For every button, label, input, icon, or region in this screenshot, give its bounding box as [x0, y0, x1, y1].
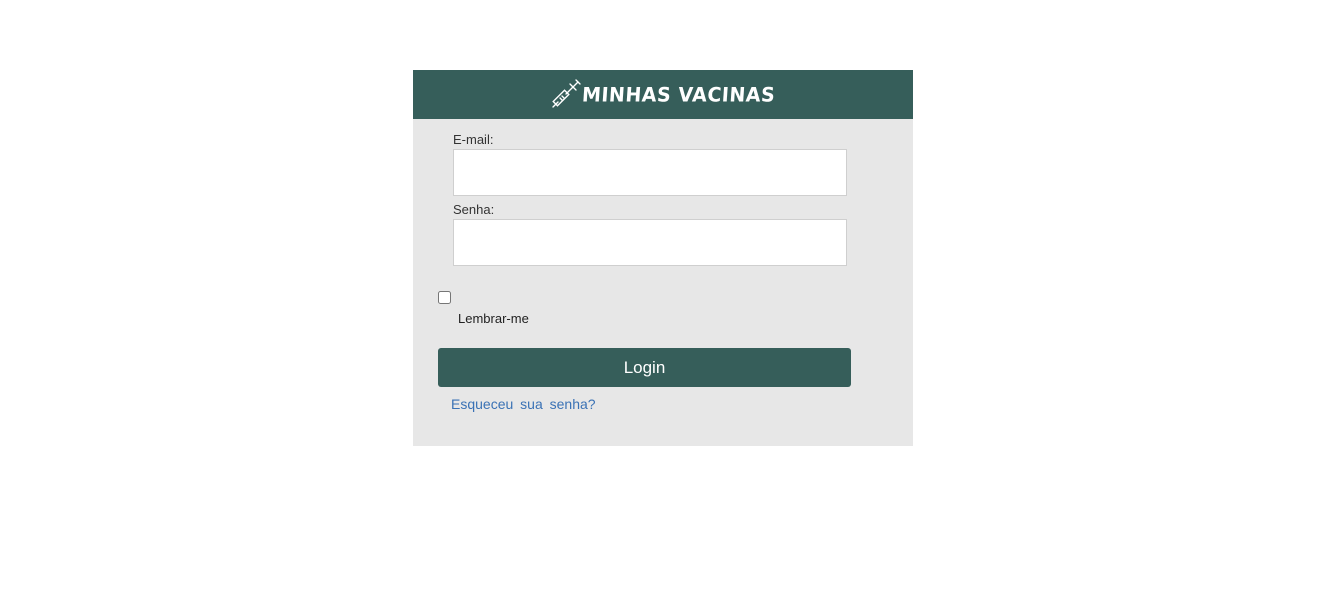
forgot-password-link[interactable]: Esqueceu sua senha?	[451, 396, 596, 412]
remember-me-checkbox[interactable]	[438, 291, 451, 304]
card-header: MINHAS VACINAS	[413, 70, 913, 119]
login-card: MINHAS VACINAS E-mail: Senha: Lembrar-me…	[413, 70, 913, 446]
email-label: E-mail:	[453, 132, 494, 147]
remember-me-label: Lembrar-me	[458, 311, 529, 326]
login-button[interactable]: Login	[438, 348, 851, 387]
password-label: Senha:	[453, 202, 495, 217]
password-field[interactable]	[453, 219, 847, 266]
syringe-icon	[551, 78, 581, 109]
email-field[interactable]	[453, 149, 847, 196]
app-title: MINHAS VACINAS	[581, 82, 776, 107]
